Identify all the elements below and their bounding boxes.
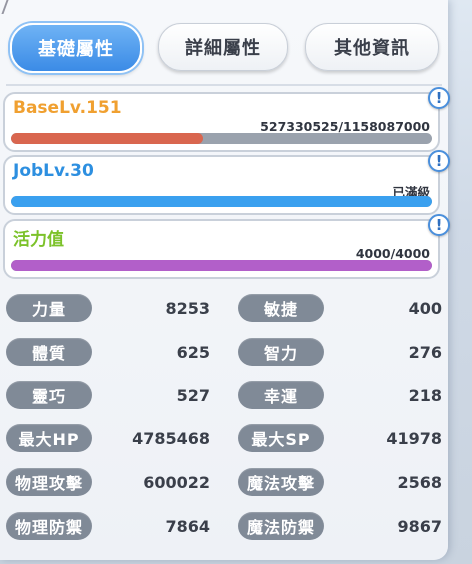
stat-value-phys-def: 7864 — [165, 517, 210, 536]
divider — [6, 84, 442, 86]
stat-label-int: 智力 — [238, 338, 324, 366]
stat-value-max-sp: 41978 — [386, 429, 442, 448]
vitality-fill — [11, 260, 432, 271]
vitality-box: 活力值 4000/4000 — [3, 219, 440, 279]
stat-value-luk: 218 — [408, 386, 442, 405]
stat-label-str: 力量 — [6, 294, 92, 322]
stat-label-agi: 敏捷 — [238, 294, 324, 322]
stat-value-agi: 400 — [408, 299, 442, 318]
base-level-label: BaseLv.151 — [13, 98, 122, 118]
stat-value-max-hp: 4785468 — [132, 429, 210, 448]
job-level-info-icon[interactable]: ! — [428, 150, 450, 172]
decorative-stroke — [1, 0, 17, 14]
job-level-box: JobLv.30 已滿級 — [3, 155, 440, 215]
vitality-value: 4000/4000 — [355, 246, 430, 261]
stat-label-magic-def: 魔法防禦 — [238, 512, 324, 540]
stat-value-str: 8253 — [165, 299, 210, 318]
stat-value-vit: 625 — [176, 343, 210, 362]
base-exp-value: 527330525/1158087000 — [260, 119, 430, 134]
stat-label-max-sp: 最大SP — [238, 424, 324, 452]
base-exp-bar — [11, 133, 432, 144]
job-level-label: JobLv.30 — [13, 161, 94, 181]
stat-value-int: 276 — [408, 343, 442, 362]
tab-other-info[interactable]: 其他資訊 — [305, 23, 439, 71]
stat-label-max-hp: 最大HP — [6, 424, 92, 452]
job-exp-bar — [11, 196, 432, 207]
stat-value-magic-def: 9867 — [397, 517, 442, 536]
stat-label-phys-atk: 物理攻擊 — [6, 468, 92, 496]
vitality-label: 活力值 — [13, 230, 64, 250]
vitality-info-icon[interactable]: ! — [428, 214, 450, 236]
stat-label-phys-def: 物理防禦 — [6, 512, 92, 540]
tab-basic-attributes[interactable]: 基礎屬性 — [10, 23, 142, 73]
tab-detailed-attributes[interactable]: 詳細屬性 — [158, 23, 288, 71]
stat-label-magic-atk: 魔法攻擊 — [238, 468, 324, 496]
stat-label-luk: 幸運 — [238, 381, 324, 409]
stat-label-vit: 體質 — [6, 338, 92, 366]
base-level-box: BaseLv.151 527330525/1158087000 — [3, 92, 440, 152]
base-level-info-icon[interactable]: ! — [428, 87, 450, 109]
stat-value-dex: 527 — [176, 386, 210, 405]
base-exp-fill — [11, 133, 203, 144]
stat-label-dex: 靈巧 — [6, 381, 92, 409]
job-exp-fill — [11, 196, 432, 207]
stat-value-phys-atk: 600022 — [143, 473, 210, 492]
stat-value-magic-atk: 2568 — [397, 473, 442, 492]
character-stats-panel: 基礎屬性 詳細屬性 其他資訊 BaseLv.151 527330525/1158… — [0, 0, 450, 560]
vitality-bar — [11, 260, 432, 271]
